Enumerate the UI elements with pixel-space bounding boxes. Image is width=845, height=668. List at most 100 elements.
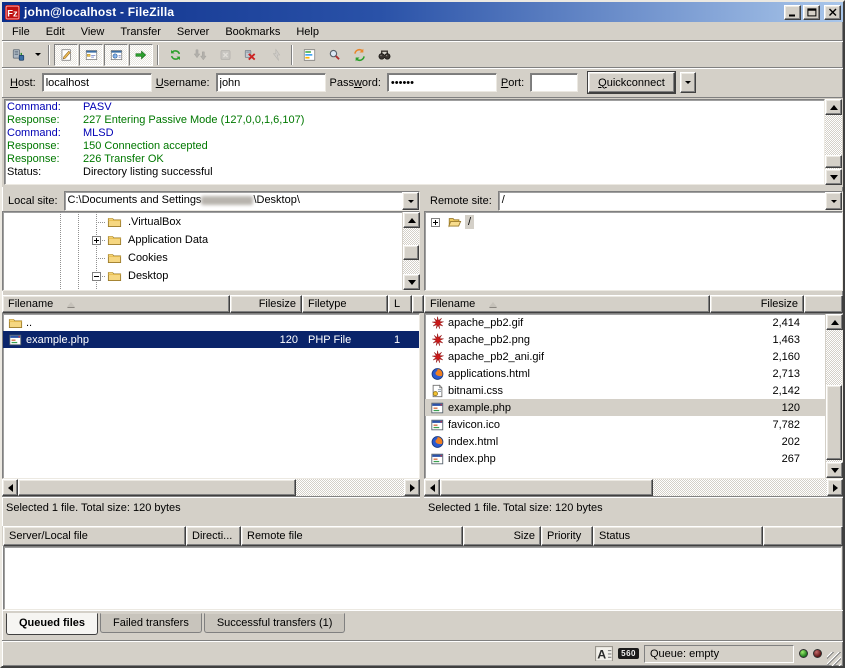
minimize-button[interactable] <box>784 5 801 20</box>
scroll-right-button[interactable] <box>404 479 420 496</box>
menu-item-help[interactable]: Help <box>288 24 327 40</box>
queue-splitter[interactable] <box>2 518 843 526</box>
scroll-thumb[interactable] <box>825 155 842 168</box>
tree-item[interactable]: / <box>425 213 842 231</box>
transfer-type-ascii-icon[interactable]: A <box>595 646 613 661</box>
host-input[interactable] <box>42 73 152 92</box>
file-row[interactable]: .. <box>3 314 419 331</box>
tab-successful-transfers-[interactable]: Successful transfers (1) <box>204 613 346 633</box>
file-row[interactable]: favicon.ico7,782 <box>425 416 825 433</box>
scroll-track[interactable] <box>440 479 827 496</box>
file-row[interactable]: apache_pb2.png1,463 <box>425 331 825 348</box>
scroll-right-button[interactable] <box>827 479 843 496</box>
column-header-filename[interactable]: Filename <box>424 295 710 313</box>
scroll-down-button[interactable] <box>825 169 842 185</box>
tree-item[interactable]: Cookies <box>3 249 402 267</box>
column-header-filesize[interactable]: Filesize <box>230 295 302 313</box>
toggle-transfer-queue-button[interactable] <box>129 44 153 66</box>
file-row[interactable]: index.php267 <box>425 450 825 467</box>
local-list-body[interactable]: ..example.php120PHP File1 <box>3 314 419 478</box>
scroll-down-button[interactable] <box>826 462 843 478</box>
menu-item-edit[interactable]: Edit <box>38 24 73 40</box>
file-row[interactable]: apache_pb2.gif2,414 <box>425 314 825 331</box>
site-manager-dropdown[interactable] <box>31 44 44 66</box>
scroll-down-button[interactable] <box>403 274 420 290</box>
find-files-button[interactable] <box>372 44 396 66</box>
directory-filter-button[interactable] <box>297 44 321 66</box>
file-row[interactable]: bitnami.css2,142 <box>425 382 825 399</box>
local-path-combobox[interactable]: C:\Documents and Settings\Desktop\ <box>64 191 420 211</box>
username-input[interactable] <box>216 73 326 92</box>
remote-directory-tree[interactable]: / <box>425 212 842 290</box>
local-tree-vertical-scrollbar[interactable] <box>402 212 419 290</box>
scroll-track[interactable] <box>825 115 842 169</box>
scroll-up-button[interactable] <box>825 99 842 115</box>
scroll-up-button[interactable] <box>403 212 420 228</box>
scroll-thumb[interactable] <box>826 385 842 460</box>
column-header-filename[interactable]: Filename <box>2 295 230 313</box>
scroll-thumb[interactable] <box>440 479 653 496</box>
menu-item-file[interactable]: File <box>4 24 38 40</box>
process-queue-button[interactable] <box>188 44 212 66</box>
queue-column-directi[interactable]: Directi... <box>186 526 241 546</box>
file-row[interactable]: apache_pb2_ani.gif2,160 <box>425 348 825 365</box>
close-button[interactable] <box>824 5 841 20</box>
reconnect-button[interactable] <box>263 44 287 66</box>
scroll-thumb[interactable] <box>18 479 296 496</box>
remote-path-dropdown-button[interactable] <box>825 192 842 210</box>
port-input[interactable] <box>530 73 578 92</box>
cancel-operation-button[interactable] <box>213 44 237 66</box>
scroll-track[interactable] <box>403 228 419 274</box>
queue-column-priority[interactable]: Priority <box>541 526 593 546</box>
remote-list-body[interactable]: apache_pb2.gif2,414apache_pb2.png1,463ap… <box>425 314 825 478</box>
file-row[interactable]: index.html202 <box>425 433 825 450</box>
tree-item[interactable]: Application Data <box>3 231 402 249</box>
toggle-local-tree-button[interactable] <box>79 44 103 66</box>
refresh-button[interactable] <box>163 44 187 66</box>
column-header-filesize[interactable]: Filesize <box>710 295 804 313</box>
scroll-left-button[interactable] <box>424 479 440 496</box>
speed-limits-icon[interactable]: 560 <box>618 648 639 659</box>
toggle-message-log-button[interactable] <box>54 44 78 66</box>
scroll-up-button[interactable] <box>826 314 843 330</box>
scroll-left-button[interactable] <box>2 479 18 496</box>
column-header-l[interactable]: L <box>388 295 412 313</box>
scroll-track[interactable] <box>826 330 842 462</box>
quickconnect-button[interactable]: Quickconnect <box>588 72 675 93</box>
queue-column-remotefile[interactable]: Remote file <box>241 526 463 546</box>
file-row[interactable]: example.php120 <box>425 399 825 416</box>
remote-path-combobox[interactable]: / <box>498 191 843 211</box>
menu-item-server[interactable]: Server <box>169 24 217 40</box>
menu-item-bookmarks[interactable]: Bookmarks <box>217 24 288 40</box>
expand-icon[interactable] <box>431 218 440 227</box>
menu-item-transfer[interactable]: Transfer <box>112 24 169 40</box>
synchronized-browsing-button[interactable] <box>347 44 371 66</box>
tab-queued-files[interactable]: Queued files <box>6 613 98 635</box>
scroll-track[interactable] <box>18 479 404 496</box>
local-path-dropdown-button[interactable] <box>402 192 419 210</box>
file-row[interactable]: example.php120PHP File1 <box>3 331 419 348</box>
column-header-filetype[interactable]: Filetype <box>302 295 388 313</box>
tab-failed-transfers[interactable]: Failed transfers <box>100 613 202 633</box>
maximize-button[interactable] <box>803 5 820 20</box>
queue-column-size[interactable]: Size <box>463 526 541 546</box>
tree-item[interactable]: Desktop <box>3 267 402 285</box>
file-row[interactable]: applications.html2,713 <box>425 365 825 382</box>
password-input[interactable] <box>387 73 497 92</box>
queue-column-status[interactable]: Status <box>593 526 763 546</box>
directory-comparison-button[interactable] <box>322 44 346 66</box>
menu-item-view[interactable]: View <box>73 24 113 40</box>
tree-item[interactable]: .VirtualBox <box>3 213 402 231</box>
toggle-remote-tree-button[interactable] <box>104 44 128 66</box>
resize-grip[interactable] <box>827 652 841 666</box>
remote-vertical-scrollbar[interactable] <box>825 314 842 478</box>
remote-horizontal-scrollbar[interactable] <box>424 479 843 496</box>
collapse-icon[interactable] <box>92 272 101 281</box>
local-horizontal-scrollbar[interactable] <box>2 479 420 496</box>
queue-column-serverlocalfile[interactable]: Server/Local file <box>3 526 186 546</box>
site-manager-button[interactable] <box>6 44 30 66</box>
local-directory-tree[interactable]: .VirtualBoxApplication DataCookiesDeskto… <box>3 212 402 290</box>
quickconnect-dropdown[interactable] <box>680 72 696 93</box>
log-vertical-scrollbar[interactable] <box>825 99 842 185</box>
expand-icon[interactable] <box>92 236 101 245</box>
